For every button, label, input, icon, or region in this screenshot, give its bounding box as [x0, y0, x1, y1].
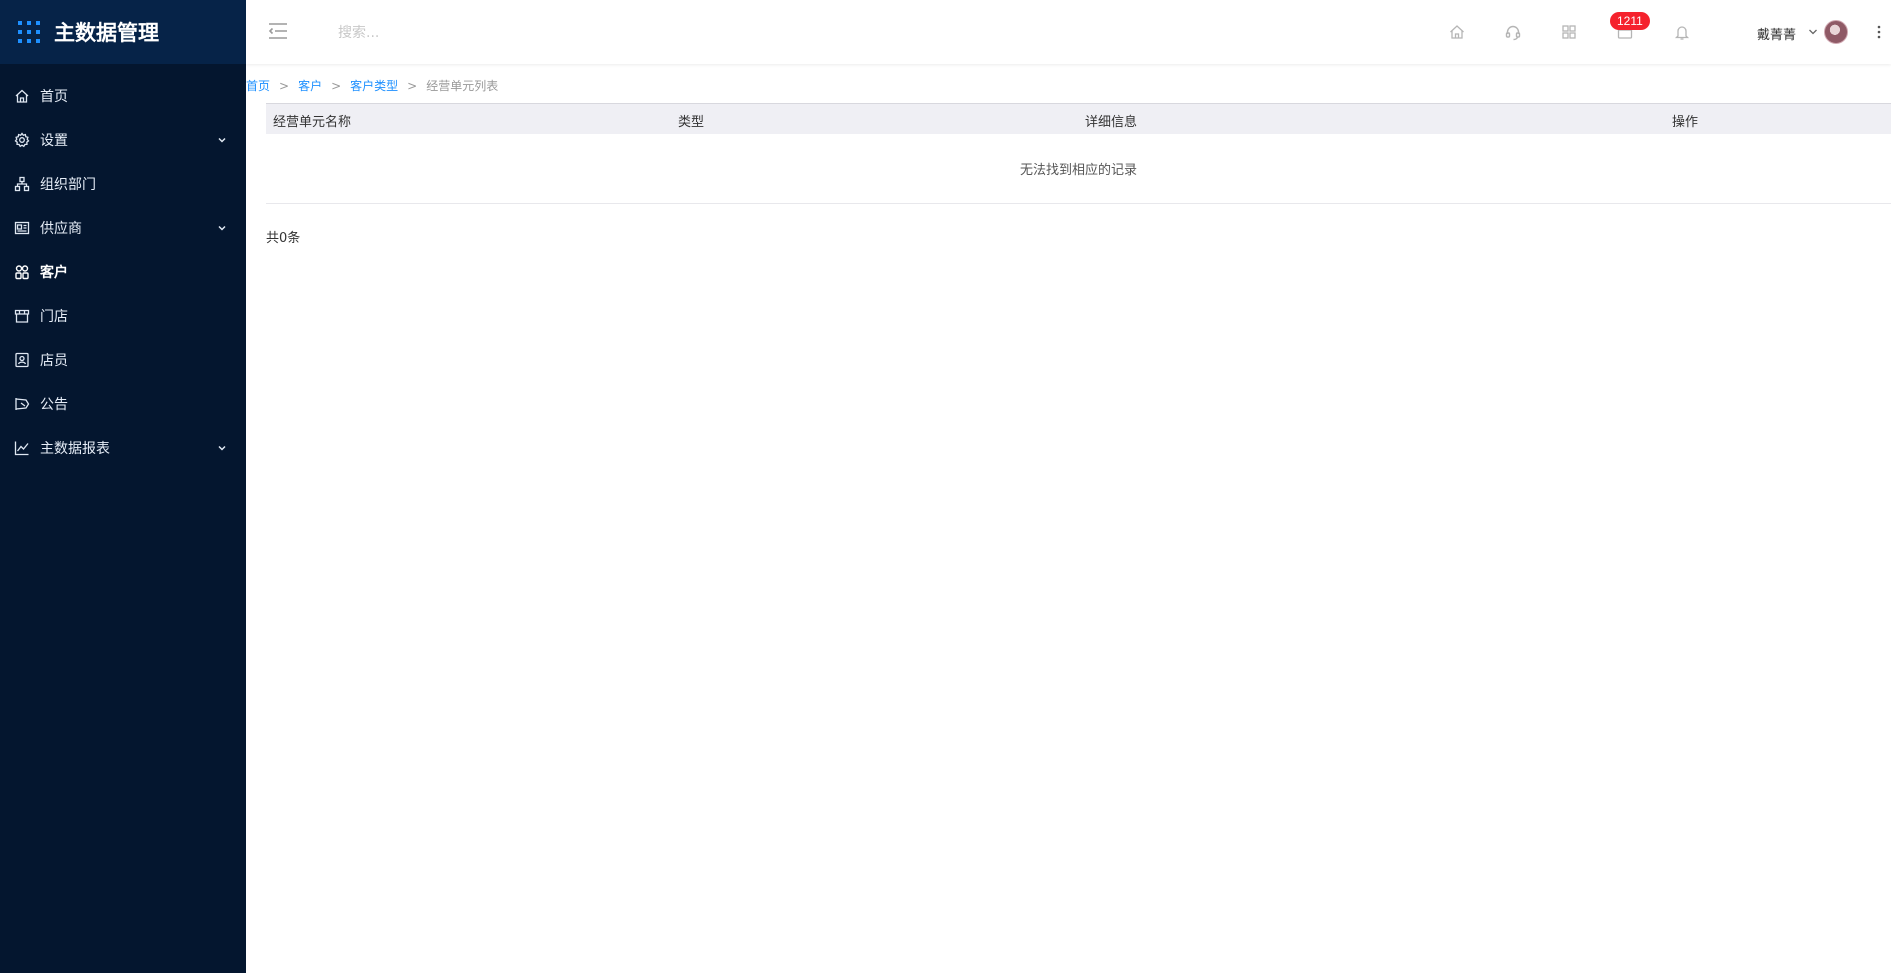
chevron-down-icon — [218, 137, 226, 143]
home-icon[interactable] — [1448, 23, 1466, 41]
sidebar-item-announcements[interactable]: 公告 — [0, 382, 246, 426]
app-title: 主数据管理 — [54, 21, 159, 45]
sidebar-nav: 首页 设置 组织部门 供应商 客户 门店 店员 公告 主数据报表 — [0, 74, 246, 470]
breadcrumb-home[interactable]: 首页 — [246, 77, 270, 94]
chevron-down-icon — [218, 225, 226, 231]
sidebar-item-vendors[interactable]: 供应商 — [0, 206, 246, 250]
menu-toggle-icon[interactable] — [268, 22, 288, 40]
sidebar-item-label: 主数据报表 — [40, 441, 110, 457]
column-header-unit-name[interactable]: 经营单元名称 — [273, 111, 351, 130]
chevron-down-icon[interactable] — [1808, 28, 1818, 36]
sidebar-item-label: 供应商 — [40, 221, 82, 237]
org-tree-icon — [14, 176, 30, 192]
store-icon — [14, 308, 30, 324]
breadcrumb-separator: > — [407, 78, 418, 93]
user-name[interactable]: 戴菁菁 — [1757, 24, 1796, 43]
business-unit-table: 经营单元名称 类型 详细信息 操作 无法找到相应的记录 — [266, 103, 1891, 204]
main-content: 首页 > 客户 > 客户类型 > 经营单元列表 经营单元名称 类型 详细信息 操… — [246, 64, 1891, 973]
sidebar-item-label: 首页 — [40, 89, 68, 105]
breadcrumb-current: 经营单元列表 — [426, 79, 499, 93]
sidebar-item-home[interactable]: 首页 — [0, 74, 246, 118]
empty-message: 无法找到相应的记录 — [1019, 163, 1137, 178]
avatar[interactable] — [1824, 20, 1848, 44]
sidebar-item-label: 组织部门 — [40, 177, 96, 193]
line-chart-icon — [14, 440, 30, 456]
sidebar-item-staff[interactable]: 店员 — [0, 338, 246, 382]
top-header: 1211 戴菁菁 — [246, 0, 1891, 64]
staff-badge-icon — [14, 352, 30, 368]
sidebar-item-org-departments[interactable]: 组织部门 — [0, 162, 246, 206]
breadcrumb-customers[interactable]: 客户 — [298, 77, 322, 94]
vendor-card-icon — [14, 220, 30, 236]
customer-icon — [14, 264, 30, 280]
announcement-icon — [14, 396, 30, 412]
breadcrumb: 首页 > 客户 > 客户类型 > 经营单元列表 — [246, 77, 498, 94]
sidebar-item-master-data-reports[interactable]: 主数据报表 — [0, 426, 246, 470]
breadcrumb-customer-types[interactable]: 客户类型 — [350, 77, 398, 94]
total-count: 共0条 — [266, 231, 301, 246]
apps-grid-icon[interactable] — [1560, 23, 1578, 41]
gear-icon — [14, 132, 30, 148]
sidebar: 主数据管理 首页 设置 组织部门 供应商 客户 门店 店员 公告 主数据报表 — [0, 0, 246, 973]
table-empty-row: 无法找到相应的记录 — [266, 134, 1891, 204]
sidebar-item-label: 设置 — [40, 133, 68, 149]
sidebar-item-label: 店员 — [40, 353, 68, 369]
sidebar-item-label: 客户 — [40, 265, 68, 281]
sidebar-item-customers[interactable]: 客户 — [0, 250, 246, 294]
sidebar-item-stores[interactable]: 门店 — [0, 294, 246, 338]
brand: 主数据管理 — [0, 0, 246, 64]
breadcrumb-separator: > — [279, 78, 290, 93]
chevron-down-icon — [218, 445, 226, 451]
search-input[interactable] — [336, 20, 596, 46]
table-header: 经营单元名称 类型 详细信息 操作 — [266, 103, 1891, 134]
sidebar-item-label: 公告 — [40, 397, 68, 413]
column-header-details[interactable]: 详细信息 — [1085, 111, 1137, 130]
sidebar-item-settings[interactable]: 设置 — [0, 118, 246, 162]
more-vertical-icon[interactable] — [1876, 22, 1882, 42]
notification-count-badge: 1211 — [1610, 12, 1650, 30]
column-header-type[interactable]: 类型 — [678, 111, 704, 130]
headset-icon[interactable] — [1504, 23, 1522, 41]
home-icon — [14, 88, 30, 104]
sidebar-item-label: 门店 — [40, 309, 68, 325]
bell-icon[interactable] — [1673, 23, 1691, 41]
column-header-actions[interactable]: 操作 — [1672, 111, 1698, 130]
app-grid-logo-icon — [18, 21, 40, 43]
breadcrumb-separator: > — [331, 78, 342, 93]
